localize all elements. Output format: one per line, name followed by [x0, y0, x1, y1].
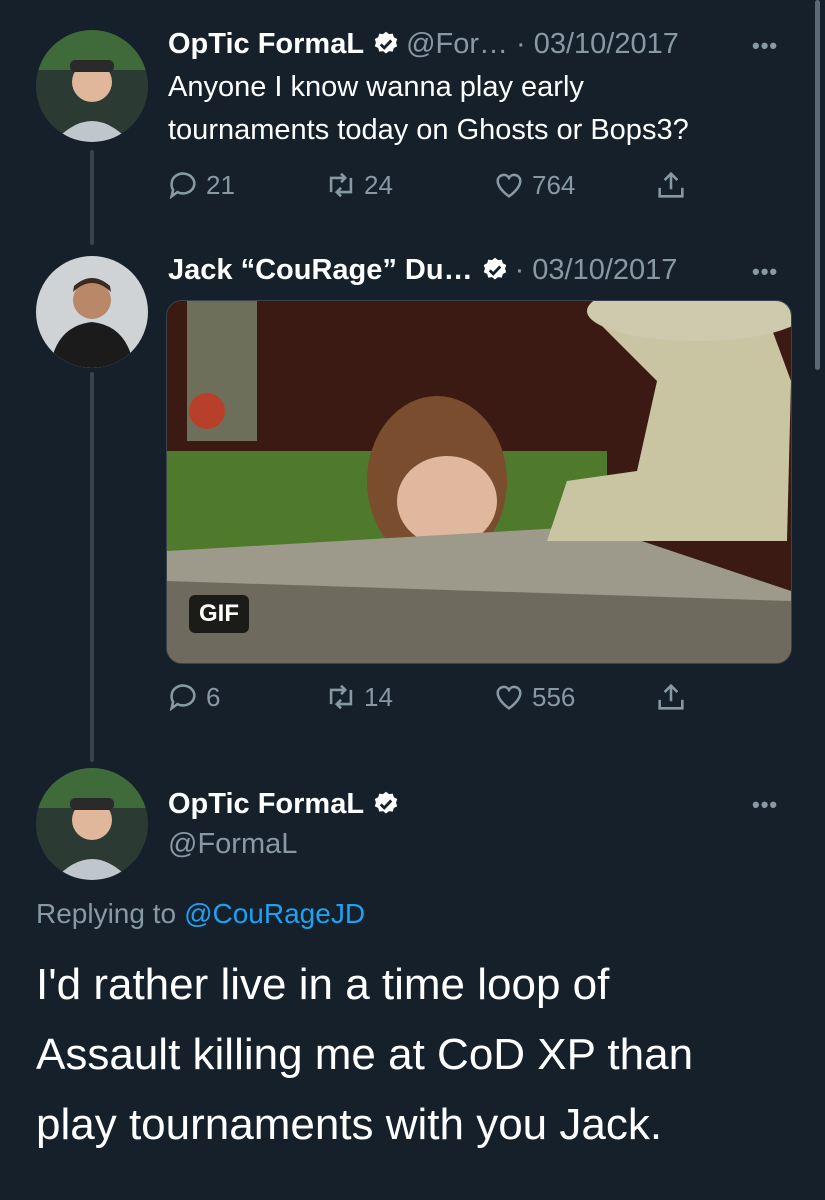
replying-to-mention[interactable]: @CouRageJD [184, 896, 365, 932]
replying-to-label: Replying to [36, 898, 177, 929]
tweet-text-line: Anyone I know wanna play early [168, 71, 584, 103]
focused-tweet-text: I'd rather live in a time loop of Assaul… [36, 950, 693, 1160]
verified-badge-icon [372, 30, 400, 58]
author-handle[interactable]: @FormaL [168, 826, 297, 862]
gif-badge: GIF [189, 595, 249, 633]
thread-connector-line [90, 372, 94, 762]
share-button[interactable] [654, 680, 694, 714]
author-name[interactable]: OpTic FormaL [168, 786, 364, 822]
thread-connector-line [90, 150, 94, 245]
replying-to-line: Replying to @CouRageJD [36, 896, 365, 932]
tweet-date[interactable]: · 03/10/2017 [515, 252, 678, 288]
author-handle[interactable]: @For… [406, 26, 508, 62]
retweet-count: 24 [364, 169, 393, 200]
tweet-actions: 6 14 556 [166, 680, 706, 720]
like-icon [496, 173, 522, 198]
share-button[interactable] [654, 168, 694, 202]
like-button[interactable]: 764 [492, 168, 575, 202]
retweet-icon [329, 172, 353, 198]
retweet-count: 14 [364, 681, 393, 712]
retweet-button[interactable]: 14 [324, 680, 393, 714]
scrollbar[interactable] [815, 0, 820, 370]
avatar[interactable] [36, 768, 148, 880]
more-icon[interactable]: ••• [752, 259, 778, 285]
more-icon[interactable]: ••• [752, 33, 778, 59]
share-icon [658, 171, 684, 198]
tweet-text-line: tournaments today on Ghosts or Bops3? [168, 114, 689, 146]
more-icon[interactable]: ••• [752, 792, 778, 818]
retweet-button[interactable]: 24 [324, 168, 393, 202]
retweet-icon [329, 684, 353, 710]
tweet-actions: 21 24 764 [166, 168, 706, 208]
author-name[interactable]: OpTic FormaL [168, 26, 364, 62]
like-count: 764 [532, 169, 576, 200]
reply-button[interactable]: 6 [166, 680, 220, 714]
gif-media[interactable]: GIF [166, 300, 792, 664]
tweet-text-line: I'd rather live in a time loop of [36, 960, 610, 1009]
avatar[interactable] [36, 256, 148, 368]
author-name[interactable]: Jack “CouRage” Du… [168, 252, 473, 288]
tweet-text-line: Assault killing me at CoD XP than [36, 1030, 694, 1079]
reply-icon [169, 172, 196, 200]
tweet-text-line: play tournaments with you Jack. [36, 1100, 663, 1149]
verified-badge-icon [481, 256, 509, 284]
like-button[interactable]: 556 [492, 680, 575, 714]
gif-preview-image [167, 301, 791, 663]
reply-icon [169, 684, 196, 712]
reply-count: 21 [206, 169, 235, 200]
like-icon [496, 685, 522, 710]
avatar[interactable] [36, 30, 148, 142]
reply-button[interactable]: 21 [166, 168, 235, 202]
verified-badge-icon [372, 790, 400, 818]
share-icon [658, 683, 684, 710]
like-count: 556 [532, 681, 576, 712]
tweet-date[interactable]: · 03/10/2017 [516, 26, 679, 62]
reply-count: 6 [206, 681, 221, 712]
